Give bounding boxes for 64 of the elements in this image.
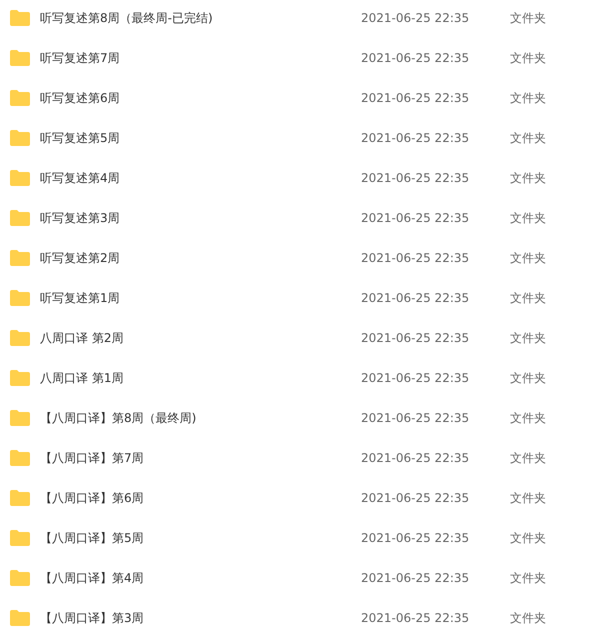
folder-name[interactable]: 【八周口译】第6周 <box>40 490 361 506</box>
modified-date: 2021-06-25 22:35 <box>361 451 470 465</box>
folder-name[interactable]: 听写复述第8周（最终周-已完结) <box>40 10 361 26</box>
folder-icon <box>10 450 30 466</box>
folder-icon <box>10 170 30 186</box>
file-type: 文件夹 <box>510 290 546 306</box>
file-type: 文件夹 <box>510 570 546 586</box>
modified-date: 2021-06-25 22:35 <box>361 91 470 105</box>
modified-date: 2021-06-25 22:35 <box>361 331 470 345</box>
folder-name[interactable]: 【八周口译】第5周 <box>40 530 361 546</box>
folder-name[interactable]: 听写复述第2周 <box>40 250 361 266</box>
modified-date: 2021-06-25 22:35 <box>361 371 470 385</box>
file-type: 文件夹 <box>510 130 546 146</box>
file-type: 文件夹 <box>510 90 546 106</box>
modified-date: 2021-06-25 22:35 <box>361 571 470 585</box>
folder-icon <box>10 130 30 146</box>
folder-name[interactable]: 听写复述第1周 <box>40 290 361 306</box>
folder-name[interactable]: 【八周口译】第7周 <box>40 450 361 466</box>
modified-date: 2021-06-25 22:35 <box>361 611 470 625</box>
modified-date: 2021-06-25 22:35 <box>361 131 470 145</box>
file-type: 文件夹 <box>510 610 546 626</box>
folder-name[interactable]: 【八周口译】第4周 <box>40 570 361 586</box>
file-type: 文件夹 <box>510 50 546 66</box>
folder-name[interactable]: 八周口译 第2周 <box>40 330 361 346</box>
folder-name[interactable]: 听写复述第7周 <box>40 50 361 66</box>
file-type: 文件夹 <box>510 490 546 506</box>
folder-name[interactable]: 【八周口译】第3周 <box>40 610 361 626</box>
file-type: 文件夹 <box>510 210 546 226</box>
file-type: 文件夹 <box>510 170 546 186</box>
file-type: 文件夹 <box>510 410 546 426</box>
modified-date: 2021-06-25 22:35 <box>361 411 470 425</box>
folder-icon <box>10 50 30 66</box>
file-type: 文件夹 <box>510 250 546 266</box>
modified-date: 2021-06-25 22:35 <box>361 11 470 25</box>
folder-icon <box>10 570 30 586</box>
file-type: 文件夹 <box>510 330 546 346</box>
folder-name[interactable]: 听写复述第5周 <box>40 130 361 146</box>
modified-date: 2021-06-25 22:35 <box>361 491 470 505</box>
modified-date: 2021-06-25 22:35 <box>361 211 470 225</box>
modified-date: 2021-06-25 22:35 <box>361 51 470 65</box>
folder-icon <box>10 610 30 626</box>
modified-date: 2021-06-25 22:35 <box>361 171 470 185</box>
folder-name[interactable]: 【八周口译】第8周（最终周) <box>40 410 361 426</box>
folder-name[interactable]: 八周口译 第1周 <box>40 370 361 386</box>
file-type: 文件夹 <box>510 10 546 26</box>
file-type: 文件夹 <box>510 450 546 466</box>
file-type: 文件夹 <box>510 530 546 546</box>
folder-name[interactable]: 听写复述第4周 <box>40 170 361 186</box>
modified-date: 2021-06-25 22:35 <box>361 291 470 305</box>
folder-icon <box>10 530 30 546</box>
folder-icon <box>10 250 30 266</box>
modified-date: 2021-06-25 22:35 <box>361 531 470 545</box>
folder-name[interactable]: 听写复述第6周 <box>40 90 361 106</box>
folder-icon <box>10 370 30 386</box>
folder-icon <box>10 290 30 306</box>
folder-icon <box>10 410 30 426</box>
folder-icon <box>10 210 30 226</box>
folder-icon <box>10 330 30 346</box>
folder-icon <box>10 90 30 106</box>
folder-icon <box>10 490 30 506</box>
folder-name[interactable]: 听写复述第3周 <box>40 210 361 226</box>
modified-date: 2021-06-25 22:35 <box>361 251 470 265</box>
folder-icon <box>10 10 30 26</box>
file-type: 文件夹 <box>510 370 546 386</box>
